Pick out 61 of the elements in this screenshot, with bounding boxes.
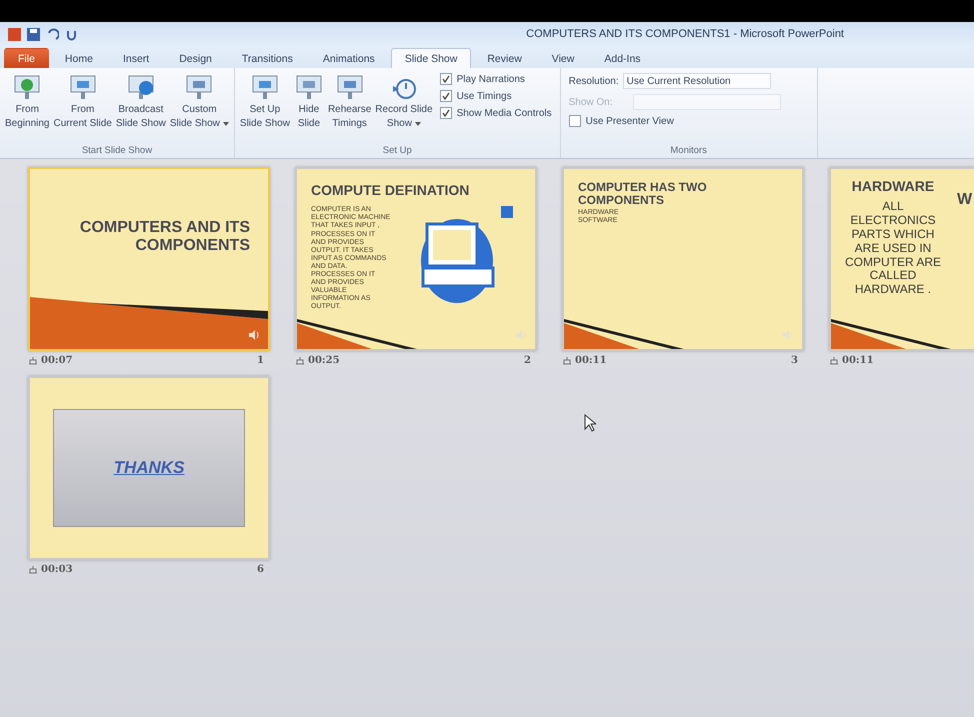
ribbon-tab[interactable]: Animations — [308, 48, 389, 68]
resolution-label: Resolution: — [568, 76, 619, 86]
ribbon-button[interactable]: Hide Slide — [292, 70, 325, 145]
checkbox-option[interactable]: Use Presenter View — [568, 115, 809, 127]
slide-title: COMPUTERS AND ITS COMPONENTS — [78, 219, 250, 254]
slide-number: 3 — [791, 355, 798, 366]
mouse-cursor-icon — [584, 414, 596, 432]
ribbon-button[interactable]: Set Up Slide Show — [238, 70, 291, 145]
window-title: COMPUTERS AND ITS COMPONENTS1 - Microsoft PowerPoint — [526, 28, 844, 40]
checkbox-option[interactable]: Show Media Controls — [440, 107, 552, 119]
slide-number: 1 — [257, 355, 264, 366]
ribbon-tab[interactable]: File — [4, 48, 49, 68]
slide-thumbnail[interactable] — [295, 167, 537, 351]
slide-side-title: W — [957, 191, 972, 210]
ribbon-tab[interactable]: Slide Show — [390, 48, 472, 68]
ribbon-tab[interactable]: Design — [165, 48, 226, 68]
ribbon-button[interactable]: From Current Slide — [52, 70, 113, 145]
ribbon-button[interactable]: Custom Slide Show — [168, 70, 230, 145]
slide-thumbnail[interactable]: COMPUTERS AND ITS COMPONENTS — [28, 167, 270, 351]
speaker-icon — [515, 329, 527, 341]
slide-title: COMPUTE DEFINATION — [311, 183, 470, 198]
timing-icon — [829, 356, 839, 365]
slide-number: 6 — [257, 564, 264, 575]
undo-icon[interactable] — [46, 28, 59, 40]
slide-timing: 00:03 — [41, 564, 73, 575]
slide-title: HARDWARE — [850, 179, 936, 194]
speaker-icon — [782, 329, 794, 341]
checkbox-option[interactable]: Play Narrations — [440, 73, 552, 85]
ribbon-tab[interactable]: View — [538, 48, 588, 68]
speaker-icon — [248, 329, 260, 341]
ribbon-tab[interactable]: Add-Ins — [590, 48, 655, 68]
resolution-dropdown[interactable]: Use Current Resolution — [622, 73, 771, 89]
ribbon-tab[interactable]: Transitions — [228, 48, 307, 68]
show-on-label: Show On: — [568, 96, 614, 108]
app-logo-icon — [8, 28, 21, 40]
ribbon-tab[interactable]: Review — [473, 48, 536, 68]
timing-icon — [295, 356, 305, 365]
slide-number: 2 — [524, 355, 531, 366]
slide-title: THANKS — [114, 458, 184, 478]
timing-icon — [28, 356, 38, 365]
timing-icon — [28, 565, 38, 574]
checkbox-option[interactable]: Use Timings — [440, 90, 552, 102]
slide-body-text: ALL ELECTRONICS PARTS WHICH ARE USED IN COMPUTER ARE CALLED HARDWARE . — [844, 200, 942, 297]
slide-title: COMPUTER HAS TWO COMPONENTS — [578, 181, 708, 208]
slide-timing: 00:25 — [308, 355, 340, 366]
group-label: Set Up — [382, 145, 413, 158]
ribbon-button[interactable]: Broadcast Slide Show — [114, 70, 167, 145]
slide-timing: 00:11 — [575, 355, 607, 366]
slide-thumbnail[interactable]: THANKS — [28, 376, 270, 560]
timing-icon — [562, 356, 572, 365]
slide-timing: 00:11 — [842, 355, 874, 366]
ribbon-button[interactable]: Rehearse Timings — [326, 70, 372, 145]
ribbon-tab[interactable]: Insert — [108, 48, 164, 68]
slide-thumbnail[interactable]: HARDWARE ALL ELECTRONICS PARTS WHICH ARE USED IN COMPUTER ARE CALLED HARDWARE . W — [829, 167, 974, 351]
group-label: Monitors — [669, 145, 708, 158]
group-label: Start Slide Show — [80, 145, 154, 158]
ribbon-tab[interactable]: Home — [50, 48, 107, 68]
save-icon[interactable] — [27, 28, 40, 40]
ribbon-button[interactable]: From Beginning — [4, 70, 50, 145]
ribbon-button[interactable]: Record Slide Show — [374, 70, 434, 145]
slide-timing: 00:07 — [41, 355, 73, 366]
